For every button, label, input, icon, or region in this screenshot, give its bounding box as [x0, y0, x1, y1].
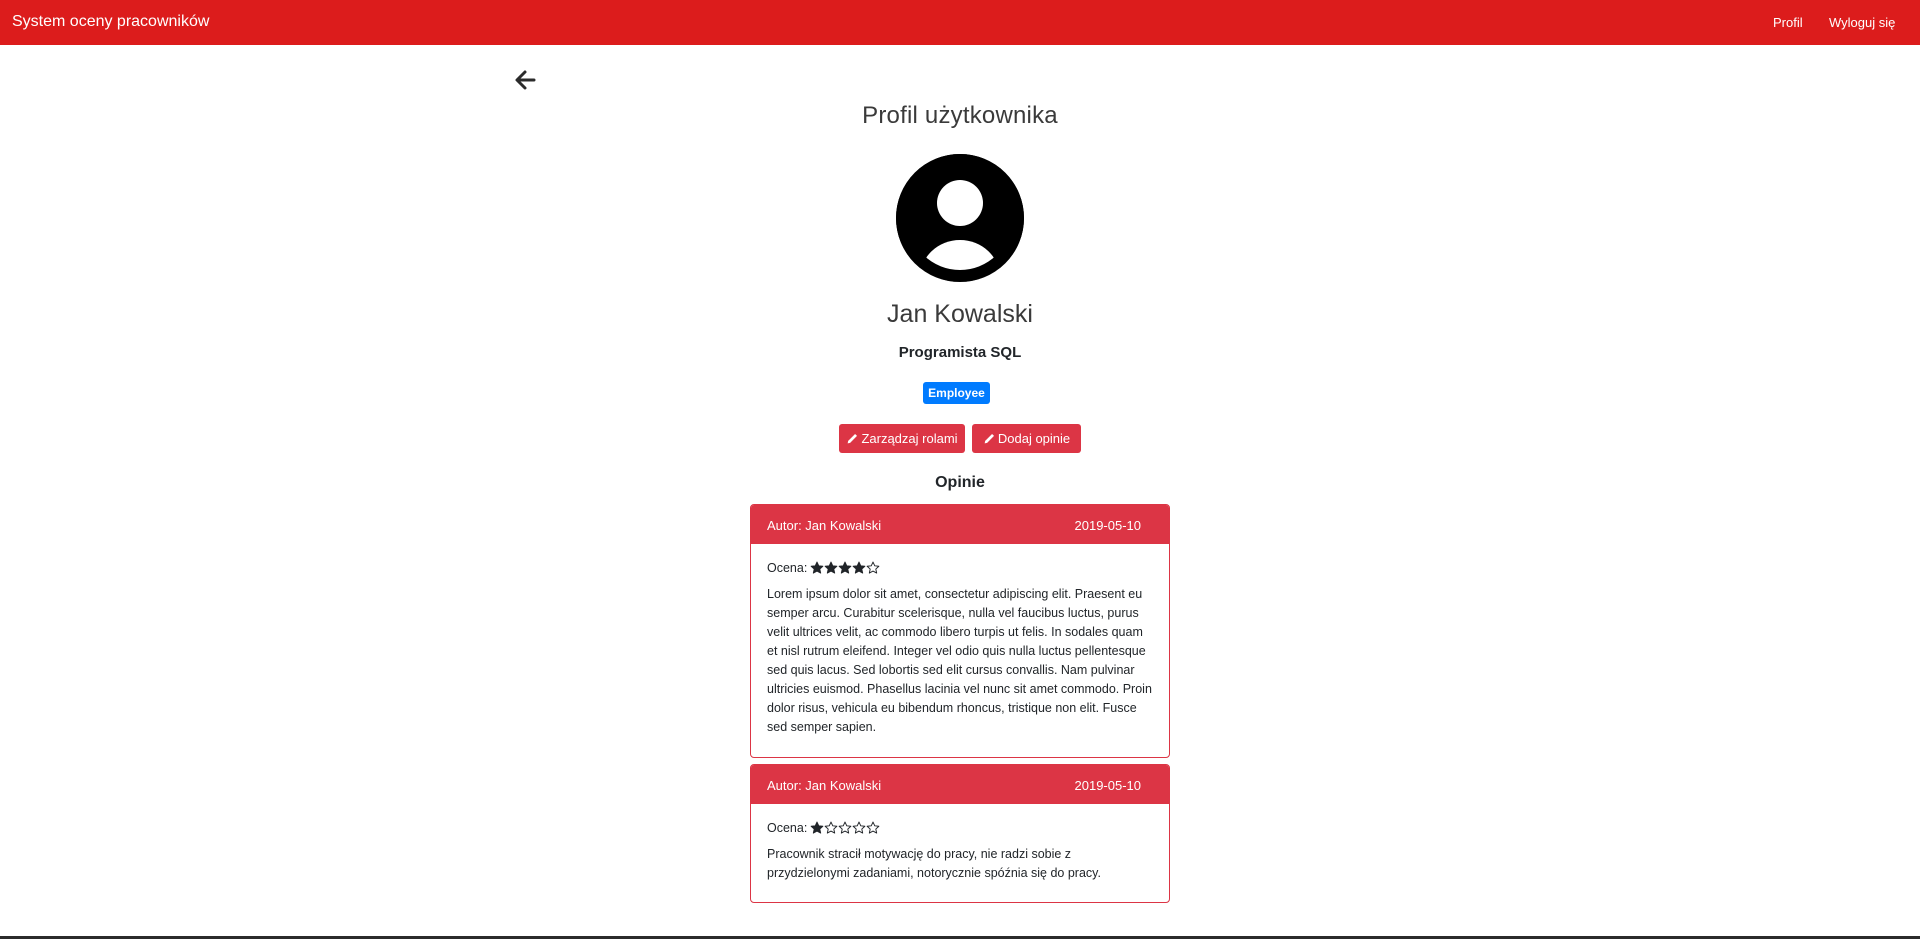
- star-filled-icon: [810, 821, 824, 834]
- pencil-icon: [984, 433, 994, 443]
- opinion-rating: Ocena:: [767, 559, 1153, 577]
- star-outline-icon: [866, 561, 880, 574]
- rating-stars: [810, 561, 880, 575]
- opinion-header: Autor: Jan Kowalski 2019-05-10: [751, 765, 1169, 804]
- star-outline-icon: [838, 821, 852, 834]
- user-circle-icon: [896, 154, 1024, 282]
- user-name: Jan Kowalski: [887, 300, 1033, 328]
- opinion-author: Autor: Jan Kowalski: [767, 518, 882, 533]
- opinion-text: Lorem ipsum dolor sit amet, consectetur …: [767, 587, 1152, 734]
- opinion-text: Pracownik stracił motywację do pracy, ni…: [767, 847, 1101, 880]
- user-position: Programista SQL: [898, 344, 1022, 361]
- arrow-left-icon[interactable]: [513, 68, 537, 92]
- rating-label: Ocena:: [767, 561, 808, 575]
- opinion-date: 2019-05-10: [1074, 778, 1142, 793]
- nav-logout-link[interactable]: Wyloguj się: [1829, 15, 1895, 30]
- rating-stars: [810, 821, 880, 835]
- opinion-body: Ocena: Pracownik stracił motywację do pr…: [751, 804, 1169, 883]
- nav-profile-link[interactable]: Profil: [1773, 15, 1803, 30]
- star-outline-icon: [866, 821, 880, 834]
- add-opinion-label: Dodaj opinie: [997, 431, 1071, 446]
- opinion-header: Autor: Jan Kowalski 2019-05-10: [751, 505, 1169, 544]
- opinion-date: 2019-05-10: [1074, 518, 1142, 533]
- manage-roles-label: Zarządzaj rolami: [861, 431, 958, 446]
- top-navbar: System oceny pracowników Profil Wyloguj …: [0, 0, 1920, 45]
- star-filled-icon: [810, 561, 824, 574]
- manage-roles-button[interactable]: Zarządzaj rolami: [839, 424, 965, 453]
- star-outline-icon: [824, 821, 838, 834]
- opinion-rating: Ocena:: [767, 819, 1153, 837]
- opinions-heading: Opinie: [935, 474, 985, 491]
- role-badge: Employee: [923, 382, 990, 404]
- pencil-icon: [848, 433, 858, 443]
- opinion-body: Ocena: Lorem ipsum dolor sit amet, conse…: [751, 544, 1169, 737]
- star-filled-icon: [824, 561, 838, 574]
- rating-label: Ocena:: [767, 821, 808, 835]
- page-title: Profil użytkownika: [862, 102, 1058, 129]
- app-brand[interactable]: System oceny pracowników: [12, 13, 209, 31]
- opinion-card: Autor: Jan Kowalski 2019-05-10 Ocena: Pr…: [750, 764, 1170, 903]
- star-filled-icon: [852, 561, 866, 574]
- opinion-card: Autor: Jan Kowalski 2019-05-10 Ocena: Lo…: [750, 504, 1170, 758]
- add-opinion-button[interactable]: Dodaj opinie: [972, 424, 1081, 453]
- opinion-author: Autor: Jan Kowalski: [767, 778, 882, 793]
- star-outline-icon: [852, 821, 866, 834]
- star-filled-icon: [838, 561, 852, 574]
